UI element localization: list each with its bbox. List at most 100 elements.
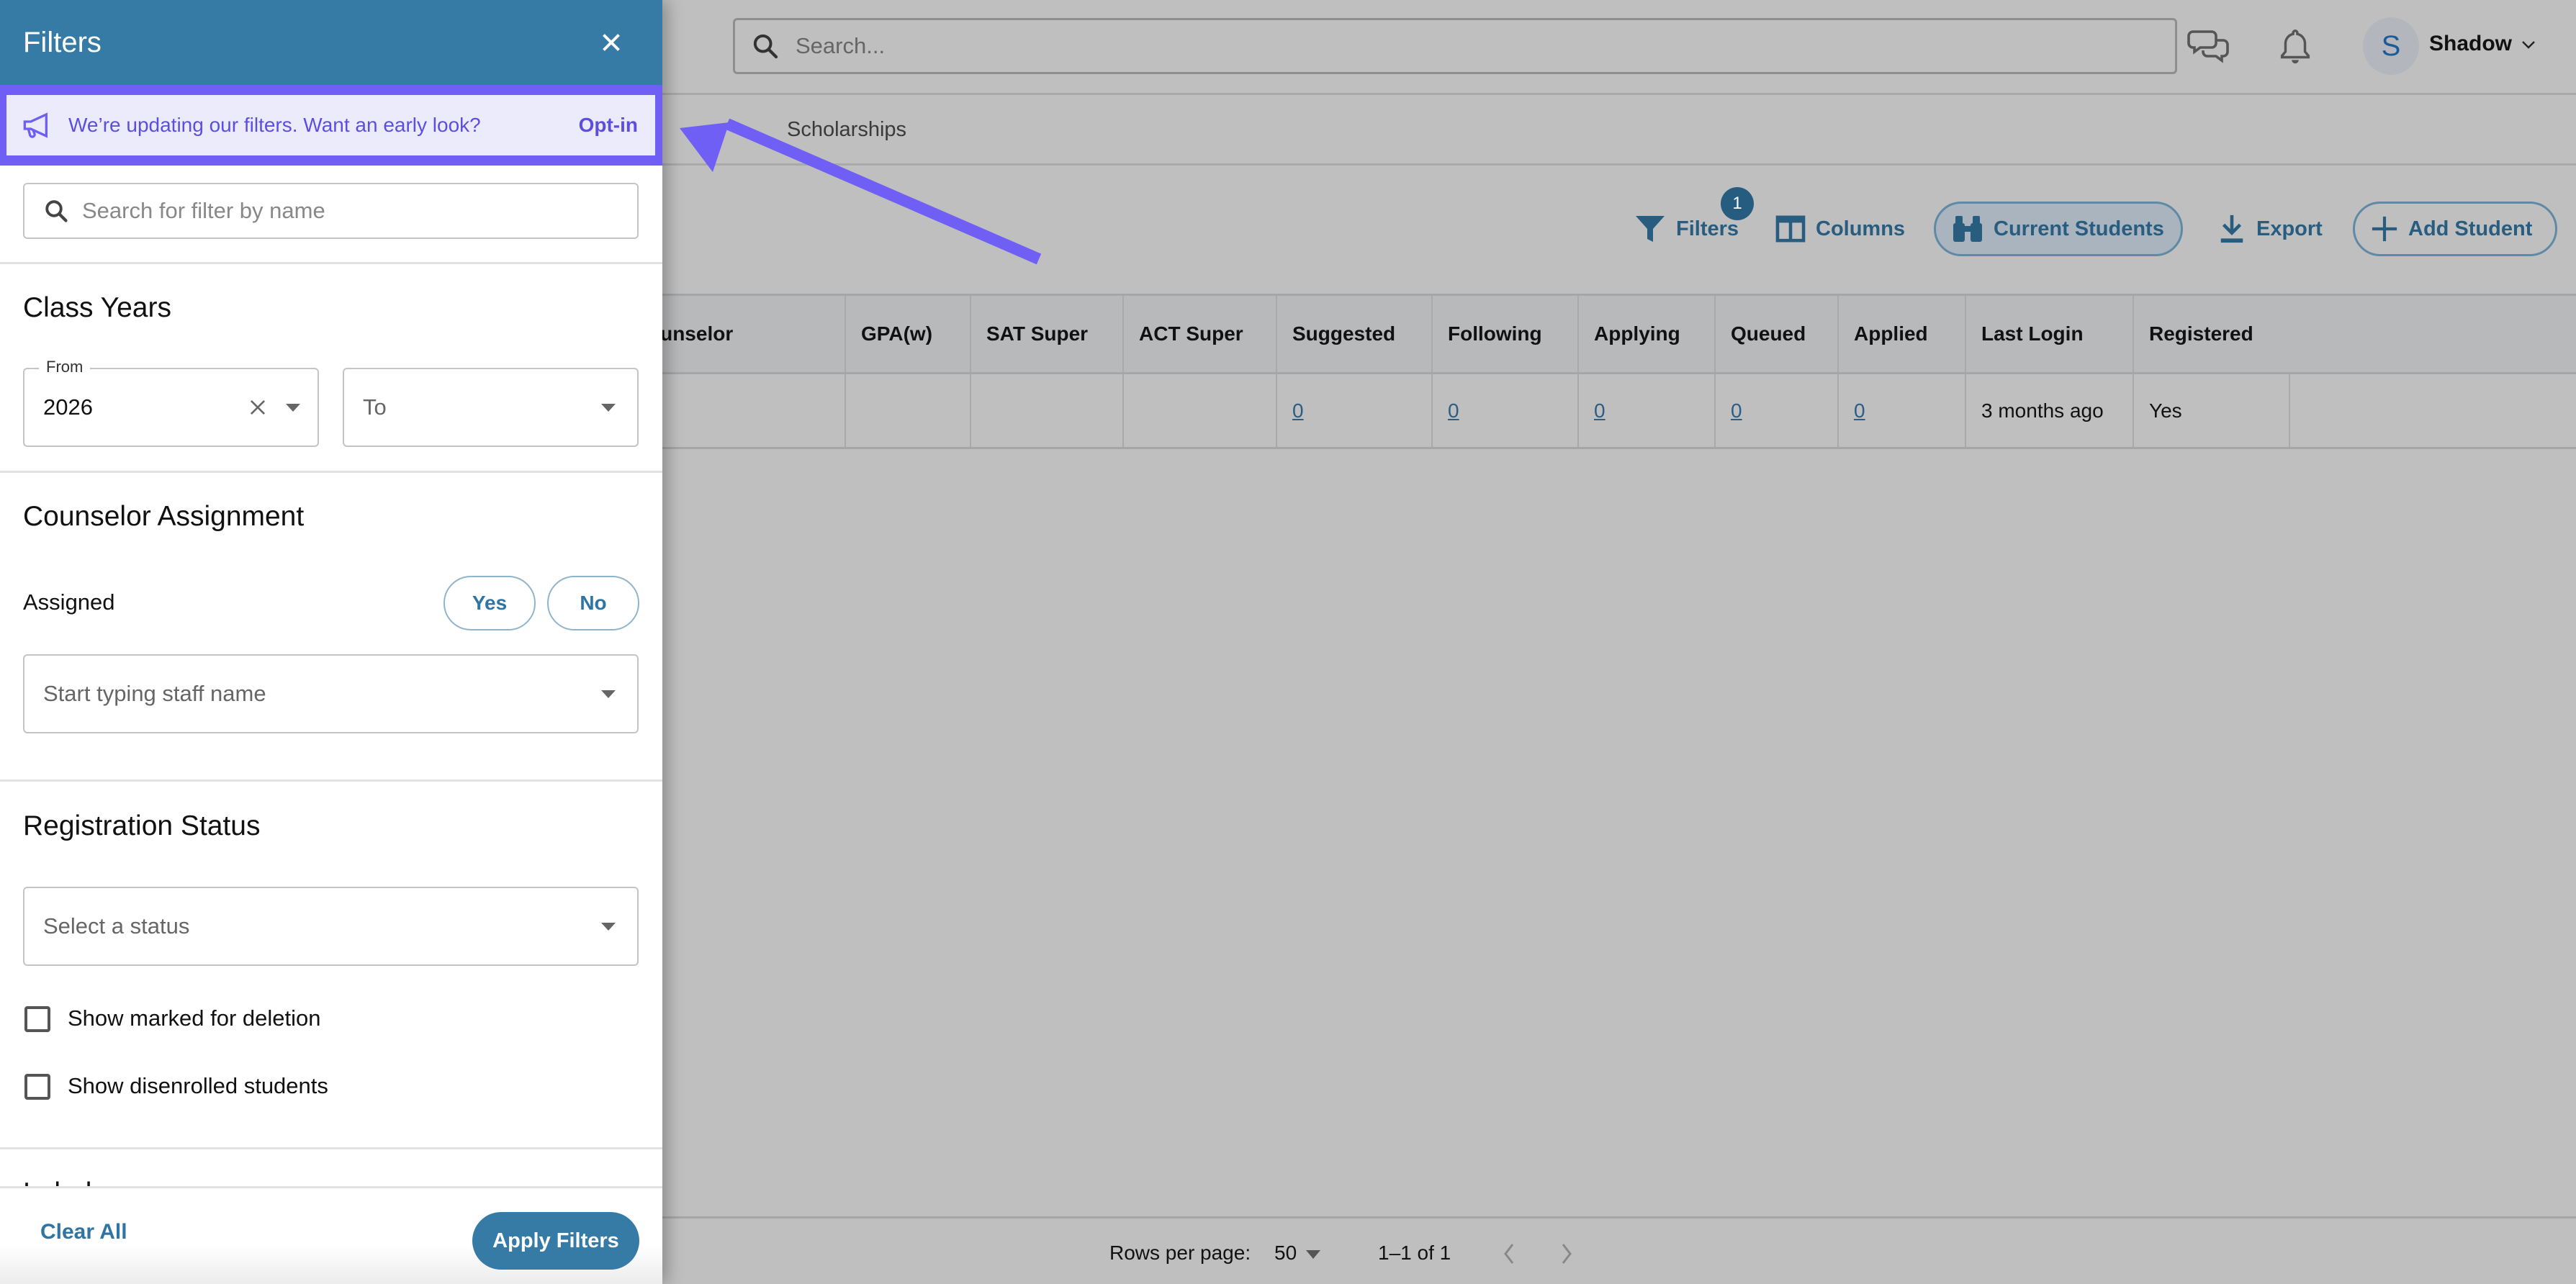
chevron-left-icon[interactable]: [1503, 1243, 1515, 1265]
cell-applying: 0: [1577, 374, 1714, 447]
user-avatar[interactable]: S: [2363, 17, 2419, 75]
filters-panel: Filters We’re updating our filters. Want…: [0, 0, 662, 1284]
staff-name-select[interactable]: Start typing staff name: [23, 654, 639, 733]
caret-down-icon[interactable]: [1306, 1250, 1320, 1259]
filters-count-badge: 1: [1721, 187, 1754, 220]
banner-content: We’re updating our filters. Want an earl…: [6, 95, 655, 155]
class-year-from-select[interactable]: From 2026: [23, 358, 319, 447]
columns-icon: [1775, 215, 1806, 243]
column-header-applying[interactable]: Applying: [1577, 296, 1714, 372]
export-button-label: Export: [2256, 217, 2323, 240]
show-disenrolled-label[interactable]: Show disenrolled students: [68, 1073, 328, 1099]
megaphone-icon: [23, 112, 48, 138]
following-count-link[interactable]: 0: [1448, 399, 1459, 422]
global-search-placeholder: Search...: [796, 33, 886, 58]
filters-update-banner: We’re updating our filters. Want an earl…: [0, 85, 662, 166]
close-icon[interactable]: [600, 32, 622, 53]
column-header-suggested[interactable]: Suggested: [1276, 296, 1431, 372]
user-name[interactable]: Shadow: [2429, 32, 2512, 56]
suggested-count-link[interactable]: 0: [1292, 399, 1304, 422]
caret-down-icon: [286, 403, 300, 412]
cell-act-super: [1122, 374, 1276, 447]
tab-scholarships[interactable]: Scholarships: [787, 118, 906, 142]
apply-filters-button[interactable]: Apply Filters: [472, 1212, 639, 1270]
queued-count-link[interactable]: 0: [1731, 399, 1742, 422]
filters-panel-header: Filters: [0, 0, 662, 85]
filter-funnel-icon: [1636, 216, 1665, 242]
filters-panel-footer: Clear All Apply Filters: [0, 1186, 662, 1284]
column-header-last-login[interactable]: Last Login: [1965, 296, 2133, 372]
clear-all-button[interactable]: Clear All: [40, 1220, 127, 1244]
status-placeholder: Select a status: [43, 913, 190, 939]
registration-status-select[interactable]: Select a status: [23, 887, 639, 966]
divider: [0, 779, 662, 782]
table-row[interactable]: 0 0 0 0 0 3 months ago Yes: [648, 374, 2576, 449]
column-header-applied[interactable]: Applied: [1837, 296, 1965, 372]
cell-empty: [2289, 374, 2576, 447]
to-placeholder: To: [363, 394, 387, 420]
staff-name-placeholder: Start typing staff name: [43, 681, 266, 706]
caret-down-icon: [601, 922, 616, 931]
chevron-right-icon[interactable]: [1561, 1243, 1572, 1265]
applying-count-link[interactable]: 0: [1594, 399, 1606, 422]
column-header-gpa[interactable]: GPA(w): [845, 296, 970, 372]
assigned-no-button[interactable]: No: [547, 576, 639, 630]
export-button[interactable]: Export: [2202, 202, 2338, 256]
counselor-assignment-title: Counselor Assignment: [23, 501, 305, 532]
divider: [0, 471, 662, 473]
caret-down-icon: [601, 690, 616, 698]
pagination-range: 1–1 of 1: [1378, 1242, 1451, 1264]
add-student-button[interactable]: Add Student: [2353, 202, 2557, 256]
current-students-button[interactable]: Current Students: [1934, 202, 2183, 256]
show-marked-for-deletion-label[interactable]: Show marked for deletion: [68, 1005, 321, 1031]
notifications-bell-icon[interactable]: [2274, 25, 2317, 67]
class-years-title: Class Years: [23, 292, 171, 323]
column-header-counselor[interactable]: ounselor: [648, 296, 845, 372]
filters-button-label: Filters: [1676, 217, 1739, 240]
cell-applied: 0: [1837, 374, 1965, 447]
messages-icon[interactable]: [2187, 25, 2230, 67]
clear-icon[interactable]: [248, 398, 267, 417]
divider: [0, 1147, 662, 1149]
chevron-down-icon[interactable]: [2520, 36, 2537, 53]
assigned-label: Assigned: [23, 589, 115, 615]
rows-per-page-select[interactable]: 50: [1274, 1242, 1297, 1265]
opt-in-link[interactable]: Opt-in: [579, 114, 638, 137]
cell-gpa: [845, 374, 970, 447]
column-header-queued[interactable]: Queued: [1714, 296, 1837, 372]
show-disenrolled-checkbox[interactable]: [24, 1074, 50, 1100]
current-students-label: Current Students: [1994, 217, 2164, 240]
filter-search-input[interactable]: Search for filter by name: [23, 183, 639, 239]
cell-queued: 0: [1714, 374, 1837, 447]
add-student-label: Add Student: [2408, 217, 2533, 240]
global-search-input[interactable]: Search...: [733, 18, 2177, 74]
download-icon: [2220, 214, 2243, 243]
divider: [0, 262, 662, 264]
column-header-following[interactable]: Following: [1431, 296, 1577, 372]
plus-icon: [2372, 216, 2397, 242]
cell-counselor: [648, 374, 845, 447]
applied-count-link[interactable]: 0: [1854, 399, 1865, 422]
cell-registered: Yes: [2133, 374, 2289, 447]
caret-down-icon: [601, 403, 616, 412]
search-icon: [753, 34, 778, 59]
filters-panel-title: Filters: [23, 26, 102, 58]
from-label: From: [39, 358, 91, 376]
columns-button[interactable]: Columns: [1760, 202, 1921, 256]
show-marked-for-deletion-checkbox[interactable]: [24, 1006, 50, 1032]
column-header-registered[interactable]: Registered: [2133, 296, 2576, 372]
columns-button-label: Columns: [1816, 217, 1906, 240]
students-table: ounselor GPA(w) SAT Super ACT Super Sugg…: [648, 294, 2576, 449]
cell-suggested: 0: [1276, 374, 1431, 447]
search-icon: [45, 200, 68, 222]
banner-text: We’re updating our filters. Want an earl…: [68, 114, 481, 136]
table-header-row: ounselor GPA(w) SAT Super ACT Super Sugg…: [648, 294, 2576, 374]
filter-search-placeholder: Search for filter by name: [82, 198, 325, 223]
cell-sat-super: [970, 374, 1122, 447]
column-header-act-super[interactable]: ACT Super: [1122, 296, 1276, 372]
cell-following: 0: [1431, 374, 1577, 447]
from-value: 2026: [43, 394, 93, 420]
class-year-to-select[interactable]: To: [343, 368, 639, 447]
assigned-yes-button[interactable]: Yes: [443, 576, 536, 630]
column-header-sat-super[interactable]: SAT Super: [970, 296, 1122, 372]
